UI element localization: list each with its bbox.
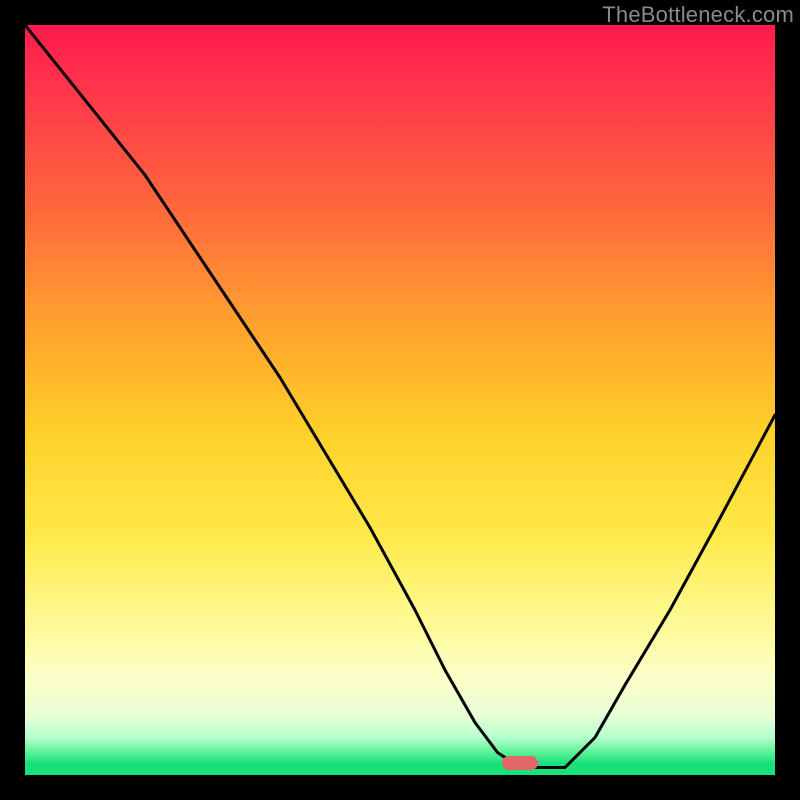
chart-frame: TheBottleneck.com	[0, 0, 800, 800]
plot-area	[25, 25, 775, 775]
minimum-marker	[502, 756, 538, 770]
bottleneck-curve	[25, 25, 775, 775]
curve-path	[25, 25, 775, 768]
